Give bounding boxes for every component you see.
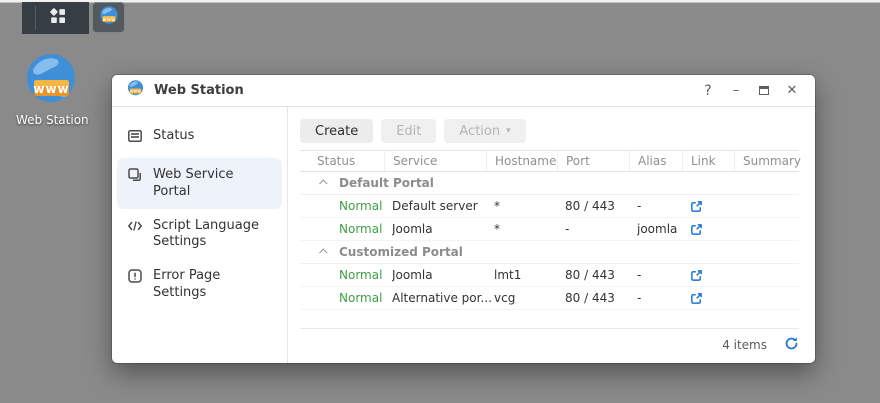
chevron-up-icon xyxy=(319,179,327,187)
sidebar-item-label: Status xyxy=(153,128,194,144)
sidebar-item-script-language-settings[interactable]: Script Language Settings xyxy=(112,209,287,260)
web-station-window: www Web Station ? – ✕ Status xyxy=(112,75,815,363)
table-row[interactable]: Normal Joomla * - joomla xyxy=(300,218,799,241)
maximize-icon xyxy=(759,86,769,95)
table-footer: 4 items xyxy=(300,328,799,361)
svg-text:www: www xyxy=(102,16,115,21)
service-cell: Joomla xyxy=(392,268,494,282)
table-row[interactable]: Normal Joomla lmt1 80 / 443 - xyxy=(300,264,799,287)
svg-text:www: www xyxy=(33,82,69,96)
table-row[interactable]: Normal Default server * 80 / 443 - xyxy=(300,195,799,218)
portal-icon xyxy=(127,167,143,188)
action-button[interactable]: Action ▾ xyxy=(444,119,525,143)
create-button[interactable]: Create xyxy=(300,119,373,143)
help-button[interactable]: ? xyxy=(697,80,719,102)
status-badge: Normal xyxy=(317,199,392,213)
code-icon xyxy=(127,218,143,239)
main-content: Create Edit Action ▾ Status Service Host… xyxy=(288,107,815,363)
table-header: Status Service Hostname Port Alias Link … xyxy=(300,150,799,172)
sidebar-item-label: Web Service Portal xyxy=(153,167,272,200)
minimize-button[interactable]: – xyxy=(725,80,747,102)
taskbar-divider xyxy=(35,6,36,30)
sidebar-item-label: Error Page Settings xyxy=(153,268,277,301)
sidebar-item-status[interactable]: Status xyxy=(112,119,287,158)
column-header-status[interactable]: Status xyxy=(317,151,392,171)
column-header-service[interactable]: Service xyxy=(384,151,494,171)
column-header-link[interactable]: Link xyxy=(682,151,742,171)
external-link-icon[interactable] xyxy=(690,292,742,305)
desktop-icon-web-station[interactable]: www Web Station xyxy=(16,52,86,127)
sidebar-item-web-service-portal[interactable]: Web Service Portal xyxy=(117,158,282,209)
close-button[interactable]: ✕ xyxy=(781,80,803,102)
desktop-icon-label: Web Station xyxy=(16,113,86,127)
screen-top-strip xyxy=(0,0,880,3)
app-grid-icon xyxy=(48,6,68,30)
svg-text:www: www xyxy=(130,90,141,94)
hostname-cell: * xyxy=(494,199,565,213)
status-badge: Normal xyxy=(317,268,392,282)
external-link-icon[interactable] xyxy=(690,200,742,213)
alias-cell: - xyxy=(637,199,690,213)
column-header-port[interactable]: Port xyxy=(557,151,637,171)
hostname-cell: vcg xyxy=(494,291,565,305)
action-button-label: Action xyxy=(459,124,500,139)
group-label: Default Portal xyxy=(339,176,434,190)
sidebar-item-error-page-settings[interactable]: Error Page Settings xyxy=(112,259,287,310)
service-cell: Alternative por... xyxy=(392,291,494,305)
external-link-icon[interactable] xyxy=(690,269,742,282)
toolbar: Create Edit Action ▾ xyxy=(300,119,799,143)
maximize-button[interactable] xyxy=(753,80,775,102)
edit-button[interactable]: Edit xyxy=(381,119,436,143)
external-link-icon[interactable] xyxy=(690,223,742,236)
group-label: Customized Portal xyxy=(339,245,463,259)
hostname-cell: lmt1 xyxy=(494,268,565,282)
portal-table: Status Service Hostname Port Alias Link … xyxy=(300,150,799,310)
web-station-globe-icon: www xyxy=(24,91,78,110)
status-badge: Normal xyxy=(317,291,392,305)
error-icon xyxy=(127,268,143,289)
group-header-customized-portal[interactable]: Customized Portal xyxy=(300,241,799,264)
column-header-summary[interactable]: Summary xyxy=(734,151,801,171)
port-cell: 80 / 443 xyxy=(565,199,637,213)
window-title: Web Station xyxy=(154,83,244,98)
item-count: 4 items xyxy=(722,338,767,352)
sidebar-item-label: Script Language Settings xyxy=(153,218,277,251)
alias-cell: - xyxy=(637,268,690,282)
chevron-up-icon xyxy=(319,248,327,256)
port-cell: 80 / 443 xyxy=(565,291,637,305)
taskbar-webstation-button[interactable]: www xyxy=(92,2,125,33)
port-cell: 80 / 443 xyxy=(565,268,637,282)
service-cell: Joomla xyxy=(392,222,494,236)
status-icon xyxy=(127,128,143,149)
group-header-default-portal[interactable]: Default Portal xyxy=(300,172,799,195)
taskbar-main-menu-button[interactable] xyxy=(22,2,89,34)
titlebar: www Web Station ? – ✕ xyxy=(112,75,815,107)
sidebar: Status Web Service Portal xyxy=(112,107,288,363)
chevron-down-icon: ▾ xyxy=(506,127,511,136)
column-header-hostname[interactable]: Hostname xyxy=(486,151,565,171)
alias-cell: - xyxy=(637,291,690,305)
column-header-alias[interactable]: Alias xyxy=(629,151,690,171)
table-row[interactable]: Normal Alternative por... vcg 80 / 443 - xyxy=(300,287,799,310)
status-badge: Normal xyxy=(317,222,392,236)
hostname-cell: * xyxy=(494,222,565,236)
service-cell: Default server xyxy=(392,199,494,213)
web-station-icon: www xyxy=(98,5,120,31)
alias-cell: joomla xyxy=(637,222,690,236)
port-cell: - xyxy=(565,222,637,236)
window-app-icon: www xyxy=(126,79,145,102)
refresh-icon[interactable] xyxy=(784,336,799,354)
